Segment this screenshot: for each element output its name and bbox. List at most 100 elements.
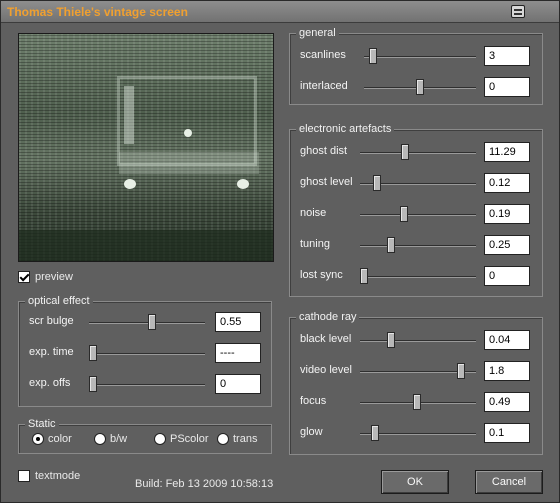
ok-button[interactable]: OK: [381, 470, 449, 494]
slider-thumb[interactable]: [360, 268, 368, 284]
preview-window-light: [124, 86, 134, 144]
cathode-ray-group: cathode ray black level 0.04 video level 1.…: [289, 311, 543, 455]
preview-image: [18, 33, 274, 262]
setting-label: ghost level: [300, 176, 353, 188]
static-radio-color[interactable]: [32, 433, 44, 445]
setting-row: scr bulge 0.55: [19, 312, 271, 334]
setting-row: lost sync 0: [290, 266, 542, 288]
optical-effect-legend: optical effect: [25, 295, 93, 307]
slider-track[interactable]: [360, 214, 476, 216]
static-radio-trans[interactable]: [217, 433, 229, 445]
window-title: Thomas Thiele's vintage screen: [7, 5, 188, 19]
optical-effect-group: optical effect scr bulge 0.55 exp. time ---…: [18, 295, 272, 407]
setting-label: focus: [300, 395, 327, 407]
textmode-checkbox[interactable]: [18, 470, 30, 482]
value-field[interactable]: 0: [484, 77, 530, 97]
setting-label: ghost dist: [300, 145, 348, 157]
slider-track[interactable]: [360, 245, 476, 247]
value-field[interactable]: 0.12: [484, 173, 530, 193]
setting-row: video level 1.8: [290, 361, 542, 383]
preview-label: preview: [35, 271, 73, 283]
electronic-artefacts-group: electronic artefacts ghost dist 11.29 ghos…: [289, 123, 543, 297]
value-field[interactable]: 1.8: [484, 361, 530, 381]
preview-window-light: [184, 129, 192, 137]
setting-row: exp. time ----: [19, 343, 271, 365]
value-field[interactable]: 11.29: [484, 142, 530, 162]
setting-row: focus 0.49: [290, 392, 542, 414]
setting-row: ghost dist 11.29: [290, 142, 542, 164]
slider-thumb[interactable]: [148, 314, 156, 330]
textmode-label: textmode: [35, 470, 81, 482]
preview-car-body: [119, 152, 259, 174]
static-radio-pscolor[interactable]: [154, 433, 166, 445]
value-field[interactable]: 0.49: [484, 392, 530, 412]
build-info: Build: Feb 13 2009 10:58:13: [135, 478, 274, 490]
static-radio-label: PScolor: [170, 433, 209, 445]
value-field[interactable]: 0: [484, 266, 530, 286]
slider-thumb[interactable]: [457, 363, 465, 379]
cancel-button[interactable]: Cancel: [475, 470, 543, 494]
preview-checkbox[interactable]: [18, 271, 30, 283]
slider-thumb[interactable]: [400, 206, 408, 222]
value-field[interactable]: ----: [215, 343, 261, 363]
setting-label: glow: [300, 426, 323, 438]
vintage-screen-window: Thomas Thiele's vintage screen preview o…: [0, 0, 560, 503]
setting-label: exp. time: [29, 346, 74, 358]
value-field[interactable]: 0.25: [484, 235, 530, 255]
value-field[interactable]: 0.55: [215, 312, 261, 332]
slider-thumb[interactable]: [371, 425, 379, 441]
static-radio-label: color: [48, 433, 72, 445]
electronic-artefacts-legend: electronic artefacts: [296, 123, 395, 135]
slider-track[interactable]: [89, 322, 205, 324]
setting-label: black level: [300, 333, 352, 345]
setting-label: lost sync: [300, 269, 343, 281]
slider-thumb[interactable]: [387, 332, 395, 348]
setting-label: noise: [300, 207, 327, 219]
slider-thumb[interactable]: [387, 237, 395, 253]
setting-row: glow 0.1: [290, 423, 542, 445]
setting-row: tuning 0.25: [290, 235, 542, 257]
slider-thumb[interactable]: [373, 175, 381, 191]
setting-label: exp. offs: [29, 377, 71, 389]
slider-thumb[interactable]: [401, 144, 409, 160]
slider-track[interactable]: [89, 384, 205, 386]
slider-track[interactable]: [360, 276, 476, 278]
preview-ground: [19, 230, 273, 261]
preview-car-light: [237, 179, 249, 189]
window-settings-icon[interactable]: [511, 5, 525, 18]
value-field[interactable]: 0: [215, 374, 261, 394]
slider-track[interactable]: [89, 353, 205, 355]
setting-row: exp. offs 0: [19, 374, 271, 396]
cathode-ray-legend: cathode ray: [296, 311, 360, 323]
slider-track[interactable]: [360, 152, 476, 154]
setting-label: video level: [300, 364, 352, 376]
setting-label: scr bulge: [29, 315, 74, 327]
value-field[interactable]: 3: [484, 46, 530, 66]
general-group: general scanlines 3 interlaced 0: [289, 27, 543, 105]
slider-thumb[interactable]: [89, 376, 97, 392]
static-group: Static color b/w PScolor trans: [18, 418, 272, 454]
slider-track[interactable]: [360, 340, 476, 342]
title-bar[interactable]: Thomas Thiele's vintage screen: [1, 1, 559, 23]
slider-track[interactable]: [364, 56, 476, 58]
preview-car-light: [124, 179, 136, 189]
static-legend: Static: [25, 418, 59, 430]
value-field[interactable]: 0.1: [484, 423, 530, 443]
setting-row: noise 0.19: [290, 204, 542, 226]
value-field[interactable]: 0.19: [484, 204, 530, 224]
static-radio-b-w[interactable]: [94, 433, 106, 445]
value-field[interactable]: 0.04: [484, 330, 530, 350]
setting-label: tuning: [300, 238, 330, 250]
setting-row: interlaced 0: [290, 77, 542, 99]
slider-thumb[interactable]: [369, 48, 377, 64]
setting-row: scanlines 3: [290, 46, 542, 68]
setting-row: ghost level 0.12: [290, 173, 542, 195]
setting-row: black level 0.04: [290, 330, 542, 352]
setting-label: scanlines: [300, 49, 346, 61]
setting-label: interlaced: [300, 80, 348, 92]
static-radio-label: b/w: [110, 433, 128, 445]
slider-thumb[interactable]: [89, 345, 97, 361]
slider-thumb[interactable]: [416, 79, 424, 95]
general-legend: general: [296, 27, 339, 39]
slider-thumb[interactable]: [413, 394, 421, 410]
